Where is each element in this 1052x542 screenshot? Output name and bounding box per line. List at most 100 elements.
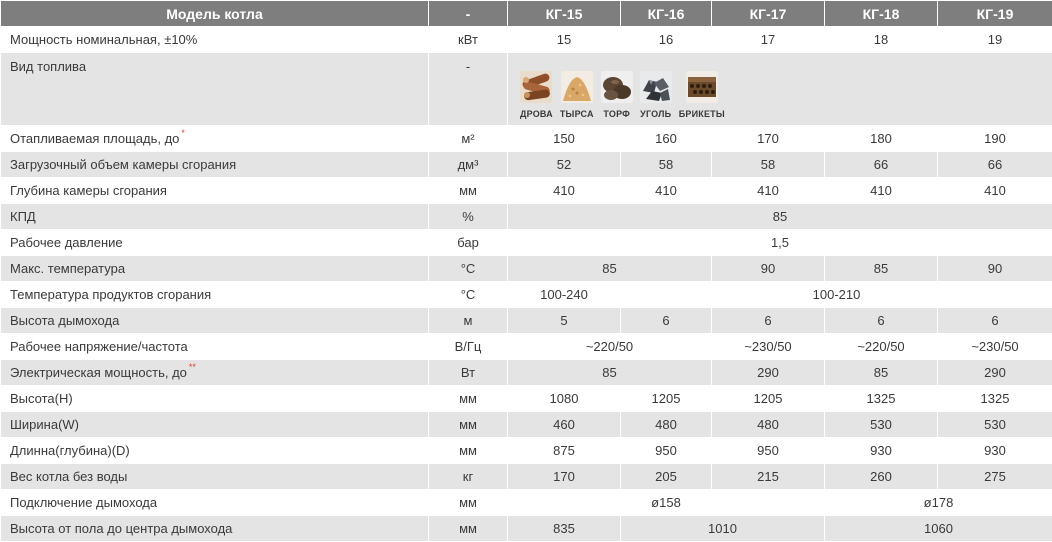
row-chimney-connection: Подключение дымохода мм ø158 ø178: [1, 490, 1052, 516]
row-label: Отапливаемая площадь, до*: [1, 126, 429, 152]
cell: ~230/50: [712, 334, 825, 360]
cell: 170: [508, 464, 621, 490]
row-label: Вид топлива: [1, 53, 429, 126]
row-volume: Загрузочный объем камеры сгорания дм³ 52…: [1, 152, 1052, 178]
row-label: Электрическая мощность, до**: [1, 360, 429, 386]
row-flue-temp: Температура продуктов сгорания °С 100-24…: [1, 282, 1052, 308]
cell: 6: [621, 308, 712, 334]
cell: 66: [825, 152, 938, 178]
row-max-temp: Макс. температура °С 85 90 85 90: [1, 256, 1052, 282]
row-pressure: Рабочее давление бар 1,5: [1, 230, 1052, 256]
model-kg15: КГ-15: [508, 1, 621, 27]
unit-header: -: [429, 1, 508, 27]
sawdust-icon: [561, 71, 593, 103]
row-unit: м²: [429, 126, 508, 152]
model-header: Модель котла: [1, 1, 429, 27]
row-unit: мм: [429, 178, 508, 204]
row-label: Длинна(глубина)(D): [1, 438, 429, 464]
cell: 1205: [712, 386, 825, 412]
cell: ~220/50: [508, 334, 712, 360]
fuel-briquettes: БРИКЕТЫ: [679, 71, 725, 119]
cell: 460: [508, 412, 621, 438]
cell: 950: [712, 438, 825, 464]
cell: 260: [825, 464, 938, 490]
model-kg19: КГ-19: [938, 1, 1052, 27]
cell: 160: [621, 126, 712, 152]
row-height: Высота(H) мм 1080 1205 1205 1325 1325: [1, 386, 1052, 412]
cell: 1325: [825, 386, 938, 412]
row-label: Высота от пола до центра дымохода: [1, 516, 429, 542]
briquettes-icon: [686, 71, 718, 103]
row-unit: кВт: [429, 27, 508, 53]
row-label: Рабочее напряжение/частота: [1, 334, 429, 360]
spec-table: Модель котла - КГ-15 КГ-16 КГ-17 КГ-18 К…: [0, 0, 1052, 542]
cell: 170: [712, 126, 825, 152]
model-kg18: КГ-18: [825, 1, 938, 27]
coal-icon: [640, 71, 672, 103]
row-unit: °С: [429, 282, 508, 308]
cell: 480: [712, 412, 825, 438]
peat-icon: [601, 71, 633, 103]
fuel-peat: ТОРФ: [601, 71, 633, 119]
cell: 19: [938, 27, 1052, 53]
row-label: Макс. температура: [1, 256, 429, 282]
row-label: Температура продуктов сгорания: [1, 282, 429, 308]
cell: 150: [508, 126, 621, 152]
cell: 6: [938, 308, 1052, 334]
row-chimney-height: Высота дымохода м 5 6 6 6 6: [1, 308, 1052, 334]
cell: 100-210: [621, 282, 1052, 308]
cell: 180: [825, 126, 938, 152]
row-efficiency: КПД % 85: [1, 204, 1052, 230]
row-label: Глубина камеры сгорания: [1, 178, 429, 204]
cell: 875: [508, 438, 621, 464]
model-kg16: КГ-16: [621, 1, 712, 27]
cell: 16: [621, 27, 712, 53]
row-area: Отапливаемая площадь, до* м² 150 160 170…: [1, 126, 1052, 152]
cell: ~220/50: [825, 334, 938, 360]
fuel-types: ДРОВА ТЫРСА: [508, 53, 1052, 126]
cell: 1010: [621, 516, 825, 542]
row-unit: -: [429, 53, 508, 126]
row-unit: мм: [429, 490, 508, 516]
cell: 5: [508, 308, 621, 334]
cell: 410: [712, 178, 825, 204]
row-unit: °С: [429, 256, 508, 282]
cell: 90: [938, 256, 1052, 282]
row-unit: м: [429, 308, 508, 334]
cell: 290: [938, 360, 1052, 386]
cell: 66: [938, 152, 1052, 178]
row-power: Мощность номинальная, ±10% кВт 15 16 17 …: [1, 27, 1052, 53]
cell: 930: [825, 438, 938, 464]
cell: 1060: [825, 516, 1052, 542]
row-depth: Глубина камеры сгорания мм 410 410 410 4…: [1, 178, 1052, 204]
cell: 1080: [508, 386, 621, 412]
row-label: Подключение дымохода: [1, 490, 429, 516]
row-length: Длинна(глубина)(D) мм 875 950 950 930 93…: [1, 438, 1052, 464]
cell: 1325: [938, 386, 1052, 412]
cell: 52: [508, 152, 621, 178]
row-width: Ширина(W) мм 460 480 480 530 530: [1, 412, 1052, 438]
row-label: Вес котла без воды: [1, 464, 429, 490]
cell: 85: [825, 256, 938, 282]
cell: 90: [712, 256, 825, 282]
cell: 530: [825, 412, 938, 438]
cell: 410: [825, 178, 938, 204]
cell: 6: [712, 308, 825, 334]
firewood-icon: [520, 71, 552, 103]
row-unit: %: [429, 204, 508, 230]
cell: 290: [712, 360, 825, 386]
fuel-sawdust: ТЫРСА: [560, 71, 594, 119]
row-unit: мм: [429, 516, 508, 542]
fuel-firewood: ДРОВА: [520, 71, 553, 119]
row-label: Высота(H): [1, 386, 429, 412]
cell: 410: [621, 178, 712, 204]
cell: ø158: [508, 490, 825, 516]
cell: 1205: [621, 386, 712, 412]
cell: 17: [712, 27, 825, 53]
row-label: Рабочее давление: [1, 230, 429, 256]
row-unit: мм: [429, 412, 508, 438]
cell: 18: [825, 27, 938, 53]
cell: 6: [825, 308, 938, 334]
row-label: Мощность номинальная, ±10%: [1, 27, 429, 53]
cell: 190: [938, 126, 1052, 152]
